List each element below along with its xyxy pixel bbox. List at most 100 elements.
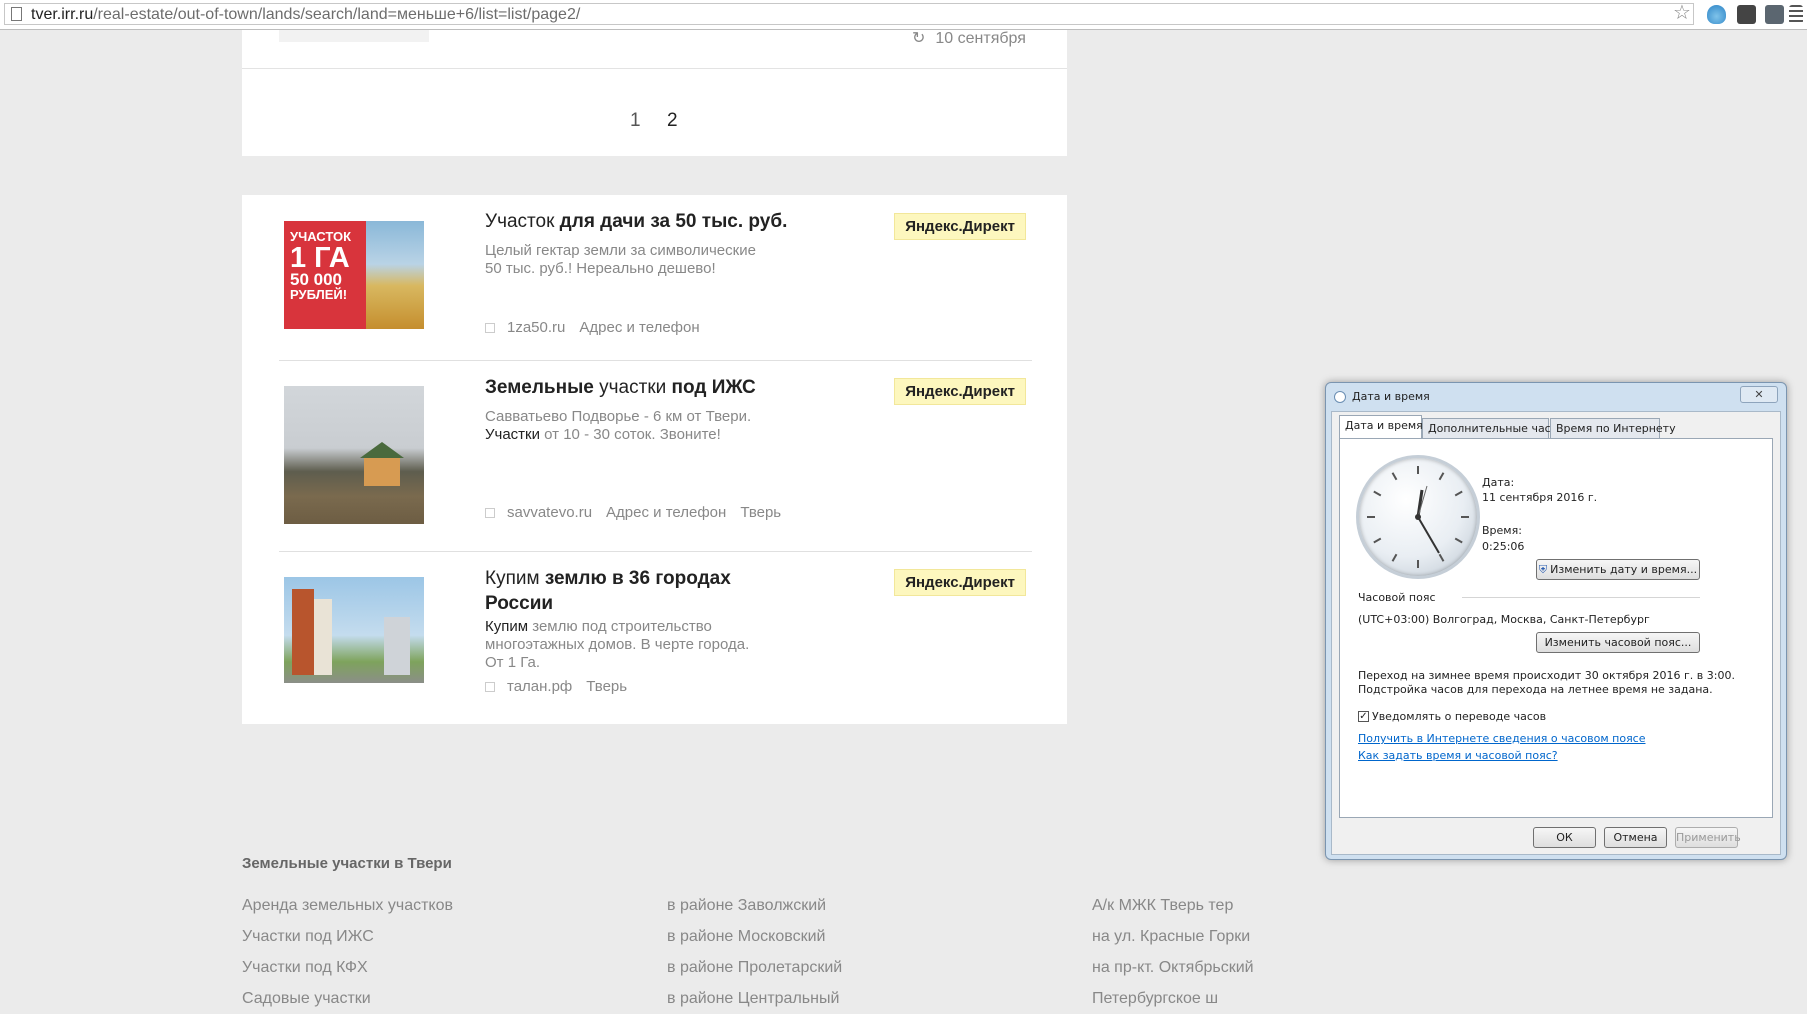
- extension-puzzle-icon[interactable]: [1737, 5, 1756, 24]
- ad-description: Савватьево Подворье - 6 км от Твери. Уча…: [485, 408, 785, 444]
- ad-image-caption-3: 50 000: [290, 270, 342, 289]
- notify-checkbox[interactable]: ✓: [1358, 711, 1369, 722]
- ad-desc-line: Целый гектар земли за символические: [485, 242, 756, 259]
- footer-link[interactable]: Садовые участки: [242, 983, 453, 1014]
- analog-clock: [1356, 455, 1480, 579]
- url-domain: tver.irr.ru: [31, 6, 94, 23]
- footer-col-1: Аренда земельных участков Участки под ИЖ…: [242, 890, 453, 1014]
- footer-link[interactable]: на пр-кт. Октябрьский: [1092, 952, 1254, 983]
- ad-domain-link[interactable]: талан.рф: [507, 678, 572, 695]
- yandex-direct-badge[interactable]: Яндекс.Директ: [894, 569, 1026, 596]
- ad-title[interactable]: Участок для дачи за 50 тыс. руб.: [485, 209, 815, 234]
- ad-image-caption-4: РУБЛЕЙ!: [290, 287, 348, 302]
- ad-image-tower: [314, 599, 332, 675]
- listing-date-text: 10 сентября: [935, 30, 1026, 47]
- cancel-button[interactable]: Отмена: [1604, 827, 1667, 848]
- menu-icon[interactable]: [1789, 5, 1803, 24]
- ad-links: талан.рф Тверь: [485, 678, 641, 695]
- ad-favicon-icon: [485, 682, 495, 693]
- tab-additional-clocks[interactable]: Дополнительные часы: [1422, 418, 1559, 438]
- timezone-value: (UTC+03:00) Волгоград, Москва, Санкт-Пет…: [1358, 613, 1650, 626]
- url-text[interactable]: tver.irr.ru/real-estate/out-of-town/land…: [31, 6, 580, 24]
- footer-link[interactable]: на ул. Красные Горки: [1092, 921, 1254, 952]
- ad-title[interactable]: Земельные участки под ИЖС: [485, 375, 825, 400]
- ad-domain-link[interactable]: 1za50.ru: [507, 319, 565, 336]
- ad-item[interactable]: Земельные участки под ИЖС Савватьево Под…: [279, 377, 1026, 540]
- clock-icon: [1334, 391, 1346, 403]
- ad-city: Тверь: [586, 678, 628, 695]
- footer-link[interactable]: Участки под ИЖС: [242, 921, 453, 952]
- change-timezone-button[interactable]: Изменить часовой пояс...: [1536, 632, 1700, 653]
- footer-link[interactable]: в районе Заволжский: [667, 890, 842, 921]
- ad-image-house-roof: [360, 442, 404, 458]
- ad-title[interactable]: Купим землю в 36 городах России: [485, 566, 755, 616]
- ad-desc-bold: Купим: [485, 618, 529, 635]
- notify-checkbox-label[interactable]: Уведомлять о переводе часов: [1372, 710, 1546, 723]
- browser-toolbar: tver.irr.ru/real-estate/out-of-town/land…: [0, 0, 1807, 30]
- ad-image-land[interactable]: УЧАСТОК 1 ГА 50 000 РУБЛЕЙ!: [284, 221, 424, 329]
- footer-link[interactable]: Аренда земельных участков: [242, 890, 453, 921]
- ad-image-caption-2: 1 ГА: [290, 242, 350, 274]
- yandex-direct-badge[interactable]: Яндекс.Директ: [894, 378, 1026, 405]
- ad-image-buildings[interactable]: [284, 577, 424, 683]
- footer-link[interactable]: в районе Пролетарский: [667, 952, 842, 983]
- ad-desc-line: Купим землю под строительство: [485, 618, 785, 636]
- ad-contacts-link[interactable]: Адрес и телефон: [606, 504, 726, 521]
- footer-link[interactable]: в районе Центральный: [667, 983, 842, 1014]
- footer-col-3: А/к МЖК Тверь тер на ул. Красные Горки н…: [1092, 890, 1254, 1014]
- ad-favicon-icon: [485, 323, 495, 334]
- footer-link[interactable]: в районе Московский: [667, 921, 842, 952]
- time-label: Время:: [1482, 524, 1522, 537]
- extension-drop-icon[interactable]: [1707, 5, 1726, 24]
- ad-links: savvatevo.ru Адрес и телефон Тверь: [485, 504, 795, 521]
- ad-desc-text: от 10 - 30 соток. Звоните!: [540, 426, 721, 443]
- timezone-info-link[interactable]: Получить в Интернете сведения о часовом …: [1358, 732, 1646, 745]
- ad-favicon-icon: [485, 508, 495, 519]
- ad-domain-link[interactable]: savvatevo.ru: [507, 504, 592, 521]
- ad-desc-text: землю под строительство: [528, 618, 712, 635]
- help-link[interactable]: Как задать время и часовой пояс?: [1358, 749, 1558, 762]
- bookmark-star-icon[interactable]: ☆: [1673, 3, 1691, 23]
- ad-desc-line: Участки от 10 - 30 соток. Звоните!: [485, 426, 785, 444]
- clock-face-icon: [1367, 466, 1469, 568]
- ad-desc-line: Савватьево Подворье - 6 км от Твери.: [485, 408, 752, 425]
- yandex-direct-badge[interactable]: Яндекс.Директ: [894, 213, 1026, 240]
- footer-link[interactable]: Участки под КФХ: [242, 952, 453, 983]
- ad-divider: [279, 551, 1032, 552]
- ad-item[interactable]: Купим землю в 36 городах России Купим зе…: [279, 568, 1026, 711]
- ad-desc-line: 50 тыс. руб.! Нереально дешево!: [485, 260, 716, 277]
- tab-page: Дата: 11 сентября 2016 г. Время: 0:25:06…: [1339, 438, 1773, 818]
- ad-image-tower: [384, 617, 410, 675]
- ad-desc-line: многоэтажных домов. В черте города.: [485, 636, 750, 653]
- ok-button[interactable]: ОК: [1533, 827, 1596, 848]
- ad-image-caption: УЧАСТОК 1 ГА 50 000 РУБЛЕЙ!: [290, 229, 351, 302]
- ad-title-part: для дачи за 50 тыс. руб.: [554, 211, 788, 232]
- close-button[interactable]: ✕: [1740, 386, 1778, 403]
- listing-thumb-stub: [279, 30, 429, 42]
- tab-internet-time[interactable]: Время по Интернету: [1550, 418, 1676, 438]
- ad-item[interactable]: УЧАСТОК 1 ГА 50 000 РУБЛЕЙ! Участок для …: [279, 211, 1026, 340]
- page-link-1[interactable]: 1: [630, 110, 641, 132]
- footer-link[interactable]: А/к МЖК Тверь тер: [1092, 890, 1254, 921]
- timezone-label: Часовой пояс: [1358, 591, 1436, 604]
- panel-divider: [242, 68, 1067, 69]
- apply-button[interactable]: Применить: [1675, 827, 1741, 848]
- dst-info-line: Переход на зимнее время происходит 30 ок…: [1358, 669, 1735, 682]
- ad-image-house[interactable]: [284, 386, 424, 524]
- time-value: 0:25:06: [1482, 540, 1525, 553]
- ad-title-part: под ИЖС: [671, 377, 756, 398]
- dialog-title: Дата и время: [1352, 390, 1430, 403]
- ad-title-part: Участок: [485, 211, 555, 232]
- ad-title-part: Купим: [485, 568, 540, 589]
- tab-datetime[interactable]: Дата и время: [1339, 415, 1423, 438]
- footer-link[interactable]: Петербургское ш: [1092, 983, 1254, 1014]
- ad-description: Целый гектар земли за символические 50 т…: [485, 242, 785, 278]
- ad-image-tower: [292, 589, 314, 675]
- address-bar[interactable]: tver.irr.ru/real-estate/out-of-town/land…: [4, 3, 1694, 25]
- change-datetime-button[interactable]: ⛨ Изменить дату и время...: [1536, 559, 1700, 580]
- extension-gallery-icon[interactable]: [1765, 5, 1784, 24]
- ad-contacts-link[interactable]: Адрес и телефон: [579, 319, 699, 336]
- listing-panel: ↻ 10 сентября 1 2: [242, 30, 1067, 156]
- page-link-2[interactable]: 2: [667, 110, 678, 132]
- url-path: /real-estate/out-of-town/lands/search/la…: [93, 6, 581, 23]
